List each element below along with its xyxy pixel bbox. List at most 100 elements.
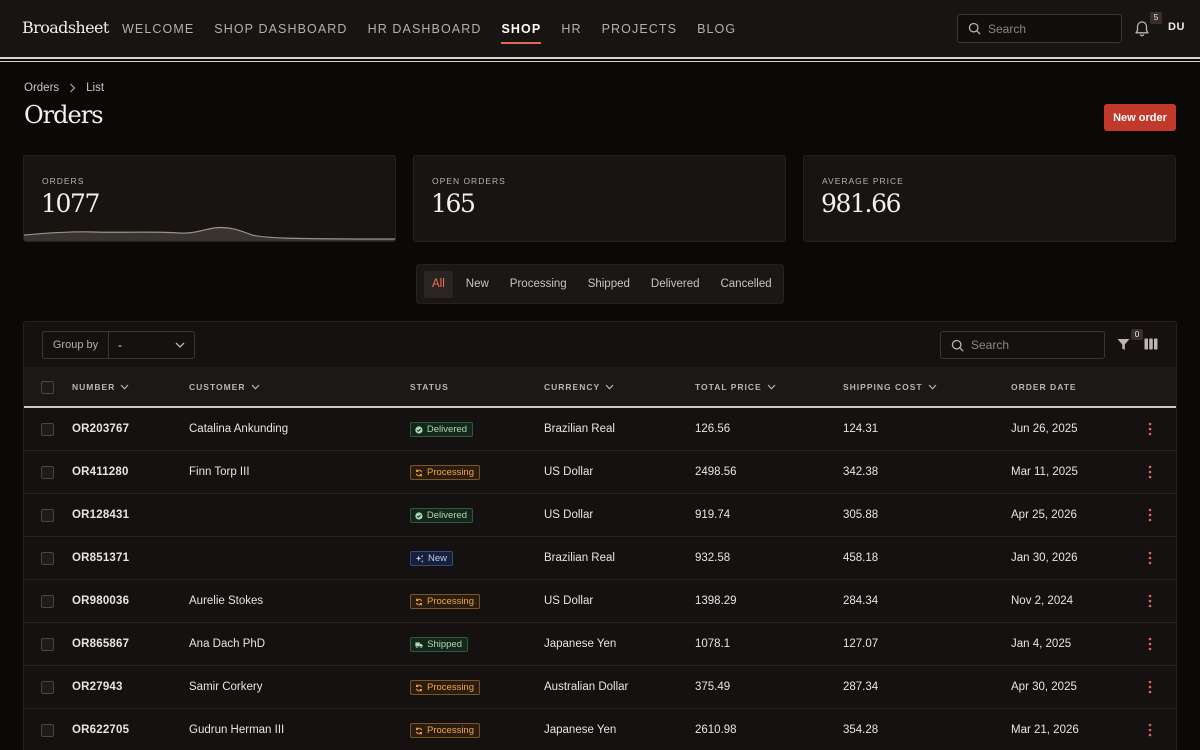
global-search-input[interactable]: [988, 21, 1108, 36]
tab-new[interactable]: New: [458, 271, 497, 298]
select-all-checkbox[interactable]: [41, 381, 54, 394]
column-header-currency[interactable]: CURRENCY: [544, 382, 614, 392]
table-row[interactable]: OR865867 Ana Dach PhD Shipped Japanese Yen 1…: [24, 623, 1176, 666]
shipping-cost: 342.38: [843, 466, 879, 478]
table-row[interactable]: OR980036 Aurelie Stokes Processing US Dolla…: [24, 580, 1176, 623]
column-header-customer[interactable]: CUSTOMER: [189, 382, 260, 392]
more-actions-icon[interactable]: [1148, 465, 1152, 479]
tab-cancelled[interactable]: Cancelled: [712, 271, 779, 298]
nav-item-welcome[interactable]: WELCOME: [122, 0, 194, 57]
order-number[interactable]: OR128431: [72, 509, 129, 521]
order-number[interactable]: OR851371: [72, 552, 129, 564]
currency: US Dollar: [544, 466, 594, 478]
chevron-right-icon: [69, 83, 76, 93]
nav-item-hr[interactable]: HR: [561, 0, 581, 57]
row-checkbox[interactable]: [41, 681, 54, 694]
row-checkbox[interactable]: [41, 638, 54, 651]
nav-item-blog[interactable]: BLOG: [697, 0, 736, 57]
orders-table-panel: Group by - 0 NUMBER CUSTOMER STATUS CURR…: [23, 321, 1177, 750]
more-actions-icon[interactable]: [1148, 422, 1152, 436]
shipping-cost: 287.34: [843, 681, 879, 693]
status-label: Processing: [427, 725, 474, 736]
order-number[interactable]: OR865867: [72, 638, 129, 650]
more-actions-icon[interactable]: [1148, 551, 1152, 565]
status-badge: Processing: [410, 594, 480, 609]
shipping-cost: 305.88: [843, 509, 879, 521]
row-checkbox[interactable]: [41, 552, 54, 565]
stat-card-open-orders: OPEN ORDERS 165: [413, 155, 786, 242]
global-search[interactable]: [957, 14, 1122, 43]
tab-all[interactable]: All: [424, 270, 453, 298]
shipping-cost: 284.34: [843, 595, 879, 607]
order-number[interactable]: OR980036: [72, 595, 129, 607]
more-actions-icon[interactable]: [1148, 594, 1152, 608]
breadcrumb-orders-link[interactable]: Orders: [24, 82, 59, 94]
status-badge: New: [410, 551, 453, 566]
truck-icon: [415, 641, 423, 648]
chevron-down-icon: [120, 384, 129, 390]
check-circle-icon: [415, 425, 423, 434]
table-row[interactable]: OR622705 Gudrun Herman III Processing Japan…: [24, 709, 1176, 750]
tab-delivered[interactable]: Delivered: [643, 271, 708, 298]
main-nav: WELCOME SHOP DASHBOARD HR DASHBOARD SHOP…: [122, 0, 756, 57]
nav-item-shop[interactable]: SHOP: [501, 0, 542, 57]
table-row[interactable]: OR203767 Catalina Ankunding Delivered Brazi…: [24, 408, 1176, 451]
table-row[interactable]: OR27943 Samir Corkery Processing Australian…: [24, 666, 1176, 709]
filter-icon[interactable]: [1117, 338, 1130, 351]
nav-item-projects[interactable]: PROJECTS: [602, 0, 677, 57]
table-row[interactable]: OR411280 Finn Torp III Processing US Dollar…: [24, 451, 1176, 494]
search-icon: [951, 339, 964, 351]
column-header-shipping-cost[interactable]: SHIPPING COST: [843, 382, 937, 392]
tab-shipped[interactable]: Shipped: [580, 271, 638, 298]
total-price: 1398.29: [695, 595, 737, 607]
table-search-input[interactable]: [971, 338, 1091, 352]
order-number[interactable]: OR27943: [72, 681, 123, 693]
table-row[interactable]: OR851371 New Brazilian Real 932.58 458.18 Jan…: [24, 537, 1176, 580]
status-label: Shipped: [427, 639, 462, 650]
order-number[interactable]: OR203767: [72, 423, 129, 435]
more-actions-icon[interactable]: [1148, 508, 1152, 522]
status-label: Delivered: [426, 424, 467, 435]
row-checkbox[interactable]: [41, 595, 54, 608]
row-checkbox[interactable]: [41, 423, 54, 436]
page-title: Orders: [24, 101, 104, 129]
status-label: Processing: [427, 596, 474, 607]
bell-icon[interactable]: [1134, 20, 1150, 37]
user-avatar[interactable]: DU: [1168, 21, 1185, 33]
columns-icon[interactable]: [1144, 338, 1158, 350]
order-number[interactable]: OR411280: [72, 466, 129, 478]
orders-sparkline: [24, 226, 395, 241]
nav-item-hr-dashboard[interactable]: HR DASHBOARD: [368, 0, 482, 57]
row-checkbox[interactable]: [41, 466, 54, 479]
column-header-number[interactable]: NUMBER: [72, 382, 129, 392]
more-actions-icon[interactable]: [1148, 680, 1152, 694]
total-price: 2498.56: [695, 466, 737, 478]
table-search[interactable]: [940, 331, 1105, 359]
refresh-icon: [415, 727, 423, 734]
column-header-total-price[interactable]: TOTAL PRICE: [695, 382, 776, 392]
top-navigation-bar: Broadsheet WELCOME SHOP DASHBOARD HR DAS…: [0, 0, 1200, 57]
more-actions-icon[interactable]: [1148, 637, 1152, 651]
row-checkbox[interactable]: [41, 509, 54, 522]
status-badge: Processing: [410, 465, 480, 480]
tab-processing[interactable]: Processing: [502, 271, 575, 298]
order-number[interactable]: OR622705: [72, 724, 129, 736]
currency: Brazilian Real: [544, 552, 615, 564]
more-actions-icon[interactable]: [1148, 723, 1152, 737]
new-order-button[interactable]: New order: [1104, 104, 1176, 131]
currency: US Dollar: [544, 509, 594, 521]
table-row[interactable]: OR128431 Delivered US Dollar 919.74 305.88 Ap…: [24, 494, 1176, 537]
column-header-order-date: ORDER DATE: [1011, 382, 1077, 392]
breadcrumb-current: List: [86, 82, 105, 94]
stat-label: OPEN ORDERS: [432, 176, 506, 186]
total-price: 919.74: [695, 509, 731, 521]
nav-item-shop-dashboard[interactable]: SHOP DASHBOARD: [214, 0, 347, 57]
brand-logo[interactable]: Broadsheet: [22, 18, 109, 37]
order-date: Nov 2, 2024: [1011, 595, 1074, 607]
stat-value: 1077: [41, 189, 100, 218]
status-badge: Processing: [410, 723, 480, 738]
row-checkbox[interactable]: [41, 724, 54, 737]
header-divider-thin: [0, 61, 1200, 62]
group-by-select[interactable]: -: [109, 332, 194, 358]
status-badge: Shipped: [410, 637, 468, 652]
